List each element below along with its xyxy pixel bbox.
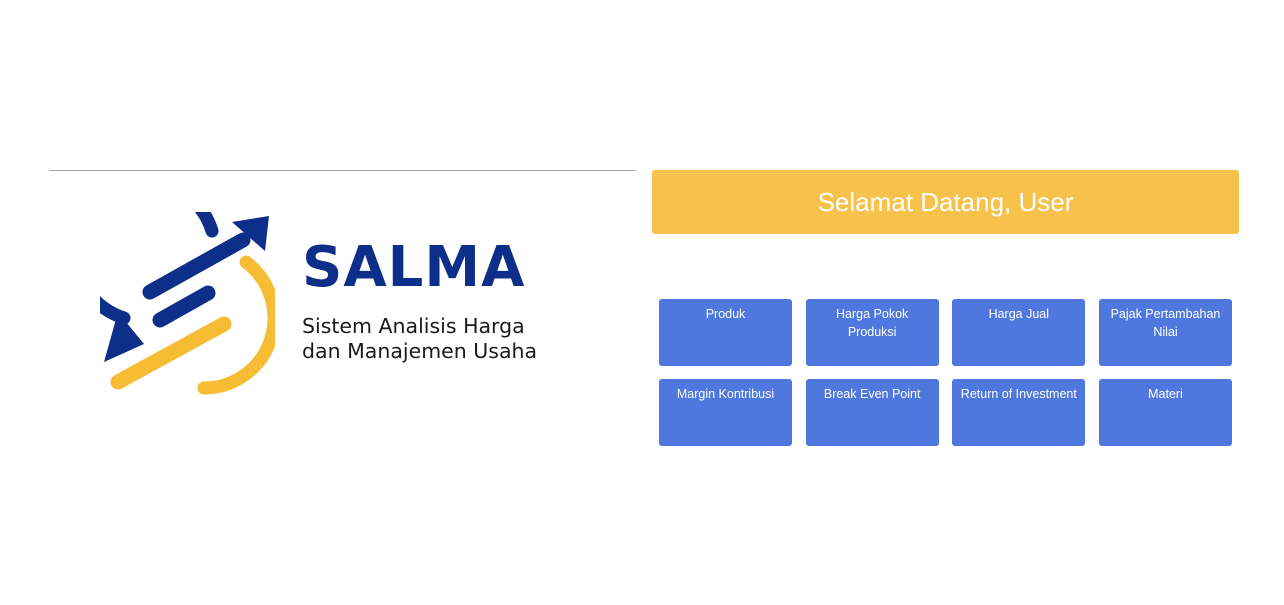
brand-tagline-line-1: Sistem Analisis Harga xyxy=(302,314,525,338)
welcome-banner: Selamat Datang, User xyxy=(652,170,1239,234)
menu-grid: Produk Harga Pokok Produksi Harga Jual P… xyxy=(659,299,1232,446)
brand-tagline: Sistem Analisis Harga dan Manajemen Usah… xyxy=(302,314,537,364)
menu-button-return-of-investment[interactable]: Return of Investment xyxy=(952,379,1086,446)
salma-logo-mark-icon xyxy=(100,212,275,395)
brand-name: SALMA xyxy=(302,235,526,300)
menu-button-produk[interactable]: Produk xyxy=(659,299,792,366)
brand-tagline-line-2: dan Manajemen Usaha xyxy=(302,339,538,363)
menu-button-margin-kontribusi[interactable]: Margin Kontribusi xyxy=(659,379,792,446)
welcome-text: Selamat Datang, User xyxy=(817,186,1074,217)
menu-button-break-even-point[interactable]: Break Even Point xyxy=(805,379,939,446)
menu-button-harga-pokok-produksi[interactable]: Harga Pokok Produksi xyxy=(805,299,939,366)
menu-button-materi[interactable]: Materi xyxy=(1098,379,1232,446)
menu-button-pajak-pertambahan-nilai[interactable]: Pajak Pertambahan Nilai xyxy=(1098,299,1232,366)
divider-line xyxy=(49,170,636,171)
menu-button-harga-jual[interactable]: Harga Jual xyxy=(952,299,1086,366)
salma-logo: SALMA Sistem Analisis Harga dan Manajeme… xyxy=(100,212,600,397)
